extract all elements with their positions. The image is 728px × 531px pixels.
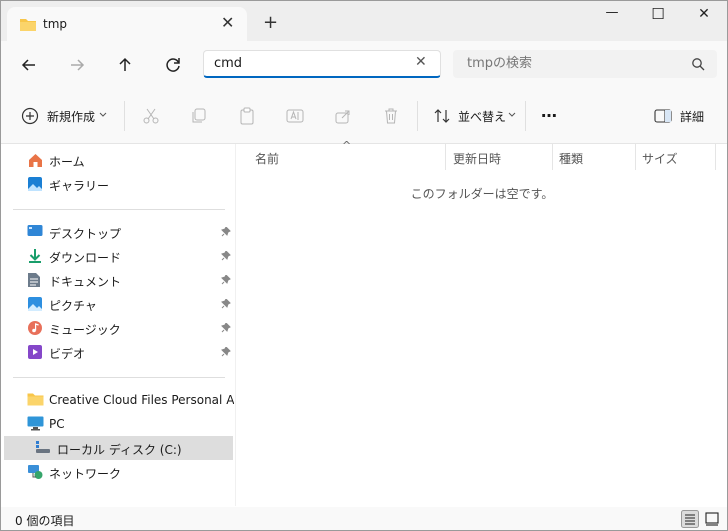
column-divider[interactable]: [715, 144, 716, 170]
tiles-view-icon[interactable]: [703, 510, 721, 528]
sidebar-item-label: PC: [49, 417, 65, 431]
pin-icon[interactable]: [221, 275, 231, 285]
sidebar-item-label: ローカル ディスク (C:): [57, 443, 182, 457]
sidebar-item-label: Creative Cloud Files Personal Account: [49, 393, 234, 407]
file-explorer-window: tmp ✕ + — ☐ ✕ cmd ✕ tmpの検索 新規作成 並べ替え … 詳…: [0, 0, 728, 531]
column-divider[interactable]: [635, 144, 636, 170]
tab-close-icon[interactable]: ✕: [221, 13, 234, 32]
copy-icon[interactable]: [190, 107, 208, 125]
music-icon: [28, 321, 42, 335]
details-button[interactable]: 詳細: [680, 108, 704, 125]
video-icon: [28, 345, 42, 359]
up-arrow-icon[interactable]: [114, 54, 136, 76]
new-tab-button[interactable]: +: [263, 12, 278, 33]
home-icon: [29, 154, 42, 167]
sort-button[interactable]: 並べ替え: [458, 108, 506, 125]
toolbar-divider: [417, 101, 418, 131]
new-button[interactable]: 新規作成: [47, 108, 95, 125]
sidebar-item-label: デスクトップ: [49, 227, 122, 241]
paste-icon[interactable]: [238, 107, 256, 125]
toolbar-divider: [525, 101, 526, 131]
delete-icon[interactable]: [382, 107, 400, 125]
search-input[interactable]: tmpの検索: [453, 50, 717, 78]
tab-title: tmp: [43, 17, 68, 31]
sidebar-item-label: ホーム: [49, 155, 85, 169]
sidebar-item-label: ミュージック: [49, 323, 121, 337]
folder-icon: [27, 393, 44, 406]
column-divider[interactable]: [552, 144, 553, 170]
network-icon: [28, 465, 43, 479]
pc-icon: [27, 416, 44, 431]
rename-icon[interactable]: [286, 107, 304, 125]
sidebar-item-label: ギャラリー: [49, 179, 110, 193]
share-icon[interactable]: [334, 107, 352, 125]
sidebar-item-label: ビデオ: [49, 347, 86, 361]
pictures-icon: [28, 297, 42, 311]
address-bar: cmd ✕ tmpの検索: [1, 41, 727, 89]
sidebar-item-label: ピクチャ: [49, 299, 97, 313]
desktop-icon: [27, 225, 43, 236]
sort-indicator-icon: ^: [342, 139, 352, 152]
sidebar-item-label: ネットワーク: [49, 467, 122, 481]
maximize-button[interactable]: ☐: [645, 5, 671, 25]
toolbar-divider: [124, 101, 125, 131]
details-view-icon[interactable]: [681, 510, 699, 528]
chevron-down-icon[interactable]: [508, 112, 516, 118]
back-arrow-icon[interactable]: [18, 54, 40, 76]
status-bar: 0 個の項目: [1, 507, 727, 530]
document-icon: [28, 273, 40, 287]
column-header-type[interactable]: 種類: [559, 150, 583, 167]
nav-divider: [13, 209, 225, 210]
gallery-icon: [28, 177, 42, 191]
chevron-down-icon[interactable]: [99, 112, 107, 118]
close-window-button[interactable]: ✕: [691, 6, 717, 26]
sort-icon[interactable]: [433, 107, 451, 125]
forward-arrow-icon[interactable]: [66, 54, 88, 76]
download-icon: [29, 249, 41, 263]
pin-icon[interactable]: [221, 299, 231, 309]
sidebar-item-creative-cloud[interactable]: Creative Cloud Files Personal Account: [27, 389, 234, 411]
details-pane-icon[interactable]: [654, 109, 672, 123]
nav-divider: [13, 377, 225, 378]
search-placeholder: tmpの検索: [467, 56, 533, 71]
sidebar-item-label: ドキュメント: [49, 275, 122, 289]
column-divider[interactable]: [445, 144, 446, 170]
item-count: 0 個の項目: [15, 514, 75, 528]
command-bar: 新規作成 並べ替え … 詳細: [1, 89, 727, 144]
pin-icon[interactable]: [221, 347, 231, 357]
file-list-area[interactable]: ^ 名前 更新日時 種類 サイズ このフォルダーは空です。: [235, 139, 727, 506]
navigation-pane: ホーム ギャラリー デスクトップ ダウンロード ドキュメント ピクチャ ミュージ…: [1, 144, 234, 506]
tab-tmp[interactable]: tmp ✕: [7, 7, 247, 41]
pin-icon[interactable]: [221, 227, 231, 237]
clear-address-icon[interactable]: ✕: [415, 54, 427, 70]
pin-icon[interactable]: [221, 323, 231, 333]
column-header-name[interactable]: 名前: [255, 150, 279, 167]
cut-icon[interactable]: [142, 107, 160, 125]
new-plus-icon[interactable]: [21, 107, 39, 125]
refresh-icon[interactable]: [162, 54, 184, 76]
pin-icon[interactable]: [221, 251, 231, 261]
column-header-modified[interactable]: 更新日時: [453, 150, 501, 167]
title-bar: tmp ✕ + — ☐ ✕: [1, 1, 727, 41]
search-icon: [692, 58, 705, 71]
column-header-size[interactable]: サイズ: [642, 150, 678, 167]
address-input[interactable]: cmd: [203, 50, 441, 78]
drive-icon: [36, 441, 50, 453]
folder-icon: [20, 19, 36, 31]
more-options-button[interactable]: …: [541, 102, 557, 121]
empty-folder-message: このフォルダーは空です。: [410, 187, 554, 201]
sidebar-item-label: ダウンロード: [49, 251, 122, 265]
minimize-button[interactable]: —: [599, 5, 625, 25]
